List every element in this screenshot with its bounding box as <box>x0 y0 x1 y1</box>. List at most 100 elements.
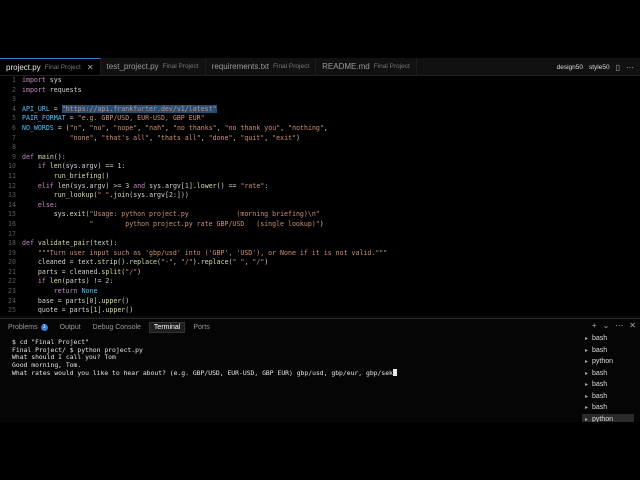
panel-tabs: Problems 1 Output Debug Console Terminal Port… <box>0 319 640 335</box>
line-number: 13 <box>8 191 16 200</box>
dropdown-icon[interactable]: ⌄ <box>603 321 610 330</box>
code-line: 6 NO_WORDS = ("n", "no", "nope", "nah", "… <box>0 124 640 134</box>
terminal-instance[interactable]: ▸ bash <box>582 345 634 357</box>
code-text: import requests <box>22 85 82 94</box>
code-text: parts = cleaned.split("/") <box>22 267 142 276</box>
line-number: 12 <box>8 181 16 190</box>
panel-tab-label: Problems <box>8 323 38 331</box>
code-line: 18 def validate_pair(text): <box>0 239 640 249</box>
terminal-instance[interactable]: ▸ python <box>582 356 634 368</box>
terminal-instance[interactable]: ▸ bash <box>582 391 634 403</box>
design50-button[interactable]: design50 <box>557 64 583 71</box>
code-line: 20 cleaned = text.strip().replace("-", "… <box>0 258 640 268</box>
line-number: 18 <box>8 239 16 248</box>
line-number: 6 <box>12 123 16 132</box>
code-line: 10 if len(sys.argv) == 1: <box>0 162 640 172</box>
panel-tab-label: Output <box>59 323 81 331</box>
line-number: 14 <box>8 200 16 209</box>
code-text: PAIR_FORMAT = "e.g. GBP/USD, EUR-USD, GB… <box>22 114 205 123</box>
line-number: 23 <box>8 287 16 296</box>
code-text: cleaned = text.strip().replace("-", "/")… <box>22 258 269 267</box>
close-panel-icon[interactable]: ✕ <box>629 321 636 330</box>
editor-actions: design50 style50 ▯ ⋯ <box>557 58 640 76</box>
code-line: 2 import requests <box>0 86 640 96</box>
panel-tab-problems[interactable]: Problems 1 <box>4 323 52 332</box>
code-line: 3 <box>0 95 640 105</box>
terminal-icon: ▸ <box>585 393 589 400</box>
panel-tab-output[interactable]: Output <box>56 323 85 332</box>
editor-tab[interactable]: test_project.py Final Project <box>101 58 206 75</box>
code-text: if len(sys.argv) == 1: <box>37 162 126 171</box>
line-number: 17 <box>8 229 16 238</box>
panel-tab-ports[interactable]: Ports <box>189 323 213 332</box>
code-line: 13 run_lookup(" ".join(sys.argv[2:])) <box>0 191 640 201</box>
terminal-instance-label: bash <box>592 335 608 343</box>
more-icon[interactable]: ⋯ <box>615 321 623 330</box>
panel-tab-label: Terminal <box>153 323 181 331</box>
code-text: sys.exit("Usage: python project.py (morn… <box>22 210 320 219</box>
split-editor-icon[interactable]: ▯ <box>616 63 620 72</box>
code-editor[interactable]: 1 import sys 2 import requests 3 4 API_URL = "… <box>0 76 640 316</box>
style50-button[interactable]: style50 <box>589 64 610 71</box>
editor-tab[interactable]: requirements.txt Final Project <box>206 58 317 75</box>
code-line: 12 elif len(sys.argv) >= 3 and sys.argv[… <box>0 182 640 192</box>
new-terminal-icon[interactable]: + <box>592 321 597 330</box>
line-number: 15 <box>8 210 16 219</box>
tab-folder: Final Project <box>273 63 310 70</box>
code-line: 16 " python project.py rate GBP/USD (sin… <box>0 220 640 230</box>
terminal-instance-label: python <box>592 415 614 422</box>
terminal-icon: ▸ <box>585 416 589 422</box>
terminal-line: What rates would you like to hear about?… <box>12 369 572 377</box>
terminal-line: Good morning, Tom. <box>12 360 572 370</box>
terminal-output[interactable]: $ cd "Final Project" Final Project/ $ pyt… <box>12 338 572 377</box>
line-number: 7 <box>12 133 16 142</box>
code-text: "none", "that's all", "thats all", "done… <box>69 133 301 142</box>
editor-tab[interactable]: README.md Final Project <box>316 58 417 75</box>
code-line: 23 return None <box>0 287 640 297</box>
code-line: 24 base = parts[0].upper() <box>0 297 640 307</box>
code-line: 7 "none", "that's all", "thats all", "do… <box>0 134 640 144</box>
terminal-instance[interactable]: ▸ python <box>582 413 634 422</box>
terminal-instance-label: python <box>592 358 614 366</box>
close-tab-icon[interactable]: ✕ <box>87 63 94 72</box>
tab-folder: Final Project <box>373 63 410 70</box>
tab-filename: test_project.py <box>106 62 159 71</box>
terminal-instance[interactable]: ▸ bash <box>582 402 634 414</box>
code-text: " python project.py rate GBP/USD (single… <box>89 219 324 228</box>
terminal-instance[interactable]: ▸ bash <box>582 368 634 380</box>
code-line: 11 run_briefing() <box>0 172 640 182</box>
terminal-icon: ▸ <box>585 370 589 377</box>
code-line: 17 <box>0 230 640 240</box>
tab-filename: requirements.txt <box>211 62 270 71</box>
line-number: 1 <box>12 76 16 84</box>
terminal-icon: ▸ <box>585 382 589 389</box>
code-text: run_lookup(" ".join(sys.argv[2:])) <box>53 191 189 200</box>
more-actions-icon[interactable]: ⋯ <box>626 63 634 72</box>
panel-tools: + ⌄ ⋯ ✕ <box>592 321 636 330</box>
terminal-instance-label: bash <box>592 381 608 389</box>
code-line: 19 """Turn user input such as 'gbp/usd' … <box>0 249 640 259</box>
line-number: 2 <box>12 85 16 94</box>
line-number: 20 <box>8 258 16 267</box>
line-number: 24 <box>8 296 16 305</box>
tab-filename: README.md <box>322 62 370 71</box>
terminal-cursor <box>392 369 397 377</box>
terminal-icon: ▸ <box>585 405 589 412</box>
panel-tab-terminal[interactable]: Terminal <box>148 321 186 333</box>
terminal-text: Good morning, Tom. <box>12 360 82 369</box>
terminal-instance[interactable]: ▸ bash <box>582 333 634 345</box>
terminal-instance[interactable]: ▸ bash <box>582 379 634 391</box>
problems-count-badge: 1 <box>40 323 48 331</box>
line-number: 8 <box>12 143 16 152</box>
code-text: def main(): <box>22 152 66 161</box>
code-text: """Turn user input such as 'gbp/usd' int… <box>37 248 388 257</box>
panel-tab-debug-console[interactable]: Debug Console <box>89 323 145 332</box>
code-line: 5 PAIR_FORMAT = "e.g. GBP/USD, EUR-USD, G… <box>0 114 640 124</box>
terminal-icon: ▸ <box>585 347 589 354</box>
line-number: 21 <box>8 267 16 276</box>
tab-filename: project.py <box>6 62 41 72</box>
terminal-line: What should I call you? Tom <box>12 353 572 362</box>
code-line: 21 parts = cleaned.split("/") <box>0 268 640 278</box>
editor-tab[interactable]: project.py Final Project ✕ <box>0 58 101 75</box>
line-number: 10 <box>8 162 16 171</box>
